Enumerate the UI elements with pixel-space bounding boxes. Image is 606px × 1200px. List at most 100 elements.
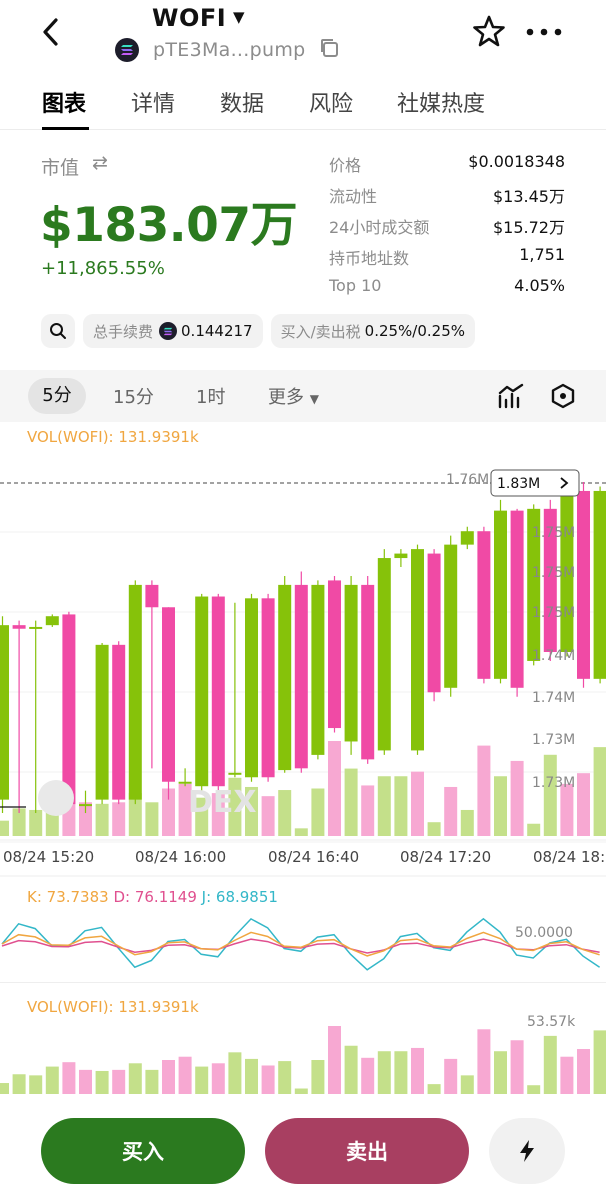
interval-1h[interactable]: 1时: [196, 383, 225, 409]
volume2-bar: [162, 1060, 175, 1094]
volume2-bar: [328, 1026, 341, 1094]
volume2-bar: [510, 1040, 524, 1094]
divider: [0, 982, 606, 983]
search-chip[interactable]: [41, 314, 75, 348]
volume-bar: [328, 741, 341, 836]
tab-details[interactable]: 详情: [131, 86, 175, 118]
volume-bar: [145, 802, 159, 836]
stat-row: Top 10 4.05%: [329, 276, 565, 307]
volume2-bar: [427, 1084, 441, 1094]
kdj-d: D: 76.1149: [113, 888, 197, 906]
volume2-bar: [79, 1069, 92, 1094]
volume-bar: [394, 776, 408, 836]
indicator-icon[interactable]: [497, 382, 525, 414]
tab-social[interactable]: 社媒热度: [397, 86, 485, 118]
change-percent: +11,865.55%: [41, 258, 165, 279]
volume2-bar: [195, 1066, 209, 1094]
volume2-bar: [477, 1029, 491, 1094]
candle: [444, 535, 458, 697]
volume2-bar: [261, 1065, 275, 1094]
lightning-icon: [520, 1140, 534, 1162]
volume2-bar: [45, 1066, 59, 1094]
candle: [195, 593, 209, 791]
favorite-star-icon[interactable]: [472, 14, 506, 52]
volume2-bar: [527, 1085, 541, 1094]
volume2-bar: [245, 1058, 258, 1094]
sell-button[interactable]: 卖出: [265, 1118, 469, 1184]
more-icon[interactable]: [525, 18, 563, 50]
watermark-logo: [38, 780, 74, 816]
quick-trade-button[interactable]: [489, 1118, 565, 1184]
volume2-bar: [593, 1030, 606, 1094]
back-button[interactable]: [36, 14, 66, 50]
interval-more[interactable]: 更多 ▼: [268, 383, 319, 409]
candle: [294, 571, 308, 773]
volume-bar: [477, 745, 491, 836]
candle: [245, 593, 258, 782]
token-title[interactable]: WOFI: [152, 4, 226, 32]
candle: [593, 486, 606, 684]
solana-logo-icon: [115, 38, 139, 62]
settings-hexagon-icon[interactable]: [549, 382, 577, 414]
stat-label: 持币地址数: [329, 249, 410, 268]
fee-chip[interactable]: 总手续费 0.144217: [83, 314, 263, 348]
buy-button[interactable]: 买入: [41, 1118, 245, 1184]
volume-bar: [361, 785, 375, 836]
bottom-action-bar: 买入 卖出: [0, 1104, 606, 1200]
tab-chart[interactable]: 图表: [42, 86, 86, 118]
swap-icon[interactable]: ⇄: [92, 152, 108, 174]
tab-data[interactable]: 数据: [220, 86, 264, 118]
stat-row: 24小时成交额 $15.72万: [329, 214, 565, 245]
y-tick-label: 1.73M: [532, 732, 575, 748]
volume2-bar: [112, 1069, 126, 1094]
stat-label: 24小时成交额: [329, 218, 430, 237]
x-tick-label: 08/24 16:00: [135, 848, 226, 866]
volume-bar: [112, 802, 126, 836]
y-tick-label: 1.74M: [532, 648, 575, 664]
candle: [112, 641, 126, 805]
interval-5m[interactable]: 5分: [28, 378, 86, 414]
volume-bar: [560, 783, 574, 836]
volume2-bar: [460, 1075, 474, 1094]
fee-label: 总手续费: [93, 322, 154, 341]
volume2-bar: [444, 1058, 458, 1094]
address-row: pTE3Ma...pump: [115, 37, 340, 63]
volume-bar: [411, 771, 424, 836]
volume2-bar: [278, 1061, 292, 1094]
candle: [411, 544, 424, 755]
copy-icon[interactable]: [318, 37, 340, 63]
tax-chip[interactable]: 买入/卖出税 0.25%/0.25%: [270, 314, 476, 348]
interval-15m[interactable]: 15分: [113, 383, 154, 409]
volume2-bar: [394, 1051, 408, 1094]
candle: [261, 593, 275, 782]
stat-row: 价格 $0.0018348: [329, 152, 565, 183]
candlestick-svg[interactable]: 1.76M 1.75M 1.75M 1.75M 1.74M 1.74M 1.73M 1.73M…: [0, 422, 606, 877]
volume-bar: [311, 788, 325, 836]
interval-more-label: 更多: [268, 387, 304, 408]
volume-bar: [543, 754, 557, 836]
volume-bar: [294, 828, 308, 836]
volume2-bar: [228, 1052, 242, 1094]
volume2-bar: [543, 1035, 557, 1094]
candle: [228, 602, 242, 778]
price-chart[interactable]: 1.76M 1.75M 1.75M 1.75M 1.74M 1.74M 1.73M 1.73M…: [0, 422, 606, 877]
contract-address: pTE3Ma...pump: [153, 39, 306, 61]
volume-chart[interactable]: [0, 1020, 606, 1096]
x-tick-label: 08/24 18:: [533, 848, 605, 866]
stat-value: $15.72万: [493, 218, 565, 237]
tab-risk[interactable]: 风险: [309, 86, 353, 118]
stats-panel: 价格 $0.0018348 流动性 $13.45万 24小时成交额 $15.72万 持…: [329, 152, 565, 307]
kdj-k-line: [1, 931, 600, 957]
volume-bar: [377, 776, 391, 836]
caret-down-icon[interactable]: ▼: [233, 8, 245, 26]
fee-value: 0.144217: [181, 322, 253, 340]
kdj-chart[interactable]: 50.0000: [0, 908, 606, 980]
y-tick-label: 1.76M: [446, 472, 489, 488]
x-tick-label: 08/24 17:20: [400, 848, 491, 866]
candle: [460, 526, 474, 550]
volume-bar: [593, 747, 606, 836]
candle: [29, 620, 43, 814]
stat-row: 流动性 $13.45万: [329, 183, 565, 214]
volume2-bar: [211, 1063, 225, 1094]
vol2-legend: VOL(WOFI): 131.9391k: [27, 998, 199, 1016]
